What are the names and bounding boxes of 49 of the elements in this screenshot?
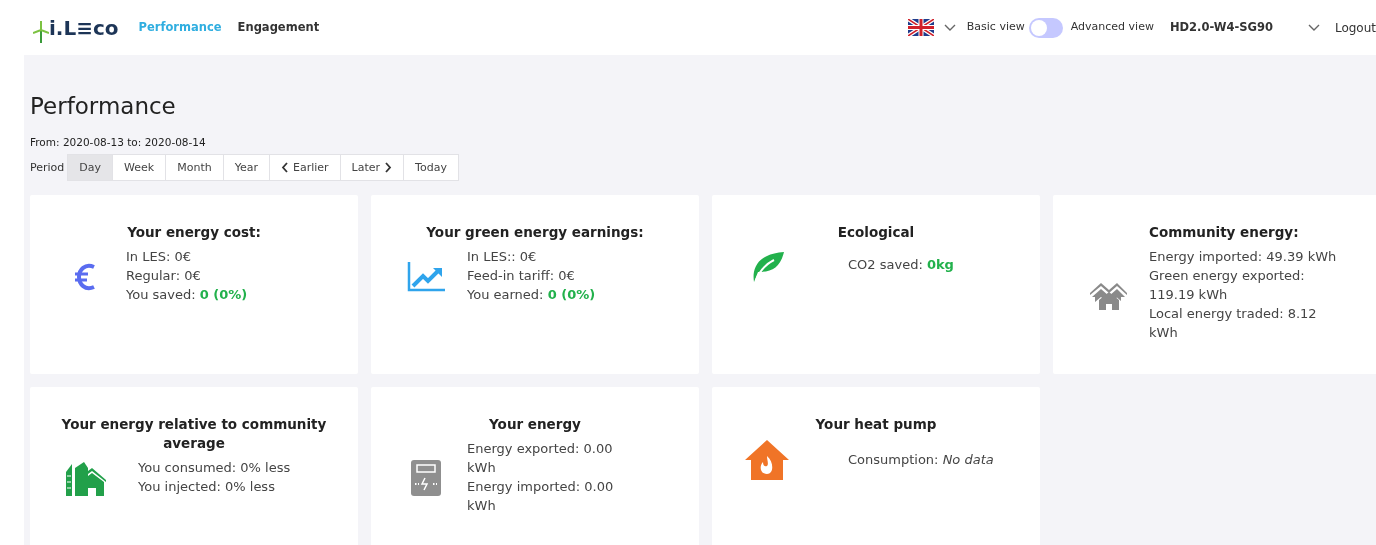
- view-label: Advanced view: [1070, 19, 1154, 36]
- period-button[interactable]: Month: [166, 154, 224, 182]
- card-title: Your energy cost:: [126, 223, 262, 243]
- stat-text: You earned: 0 (0%): [467, 285, 596, 304]
- line-chart-icon: [407, 261, 445, 292]
- period-button[interactable]: Later: [340, 154, 405, 182]
- uk-flag-icon: [907, 19, 934, 36]
- stat-text: Feed-in tariff: 0€: [467, 267, 576, 286]
- card-title: Your energy: [488, 415, 582, 435]
- period-button[interactable]: Day: [67, 154, 114, 182]
- view-toggle[interactable]: [1028, 17, 1063, 38]
- account-name: HD2.0-W4-SG90: [1169, 18, 1273, 36]
- period-label: Period: [30, 159, 66, 176]
- euro-icon: [74, 261, 96, 292]
- houses-icon: [1089, 280, 1127, 311]
- stat-text: Consumption: No data: [848, 450, 994, 469]
- stat-text: Local energy traded: 8.12 kWh: [1149, 304, 1318, 342]
- stat-text: Energy imported: 49.39 kWh: [1149, 248, 1338, 267]
- period-button[interactable]: Week: [113, 154, 167, 182]
- logo: i.L≡co: [49, 14, 119, 42]
- stat-text: Green energy exported: 119.19 kWh: [1149, 267, 1306, 304]
- heat-pump-icon: [745, 440, 789, 481]
- period-button[interactable]: Earlier: [269, 154, 341, 182]
- stat-text: You saved: 0 (0%): [126, 285, 248, 304]
- period-button[interactable]: Today: [404, 154, 459, 182]
- buildings-icon: [64, 459, 106, 496]
- card-title: Your heat pump: [814, 415, 938, 435]
- meter-icon: [411, 459, 441, 496]
- nav-link[interactable]: Engagement: [237, 14, 320, 41]
- logout-link[interactable]: Logout: [1334, 18, 1376, 37]
- stat-text: Energy exported: 0.00 kWh: [467, 440, 614, 478]
- card-title: Your green energy earnings:: [425, 223, 645, 243]
- stat-text: Regular: 0€: [126, 267, 202, 286]
- page-title: Performance: [30, 93, 177, 121]
- chevron-left-icon: [280, 162, 289, 174]
- date-range: From: 2020-08-13 to: 2020-08-14: [30, 134, 207, 150]
- stat-text: You consumed: 0% less: [138, 459, 291, 478]
- stat-text: CO2 saved: 0kg: [848, 255, 954, 274]
- view-label: Basic view: [966, 19, 1025, 36]
- chevron-right-icon: [384, 162, 393, 174]
- card-title: Your energy relative to community average: [60, 415, 328, 454]
- card-title: Ecological: [836, 223, 916, 243]
- card-title: Community energy:: [1148, 223, 1300, 243]
- stat-text: In LES:: 0€: [467, 248, 538, 267]
- stat-text: In LES: 0€: [126, 248, 192, 267]
- period-button[interactable]: Year: [223, 154, 270, 182]
- stat-text: Energy imported: 0.00 kWh: [467, 477, 615, 515]
- wind-turbine-icon: [33, 20, 49, 43]
- stat-text: You injected: 0% less: [138, 477, 276, 496]
